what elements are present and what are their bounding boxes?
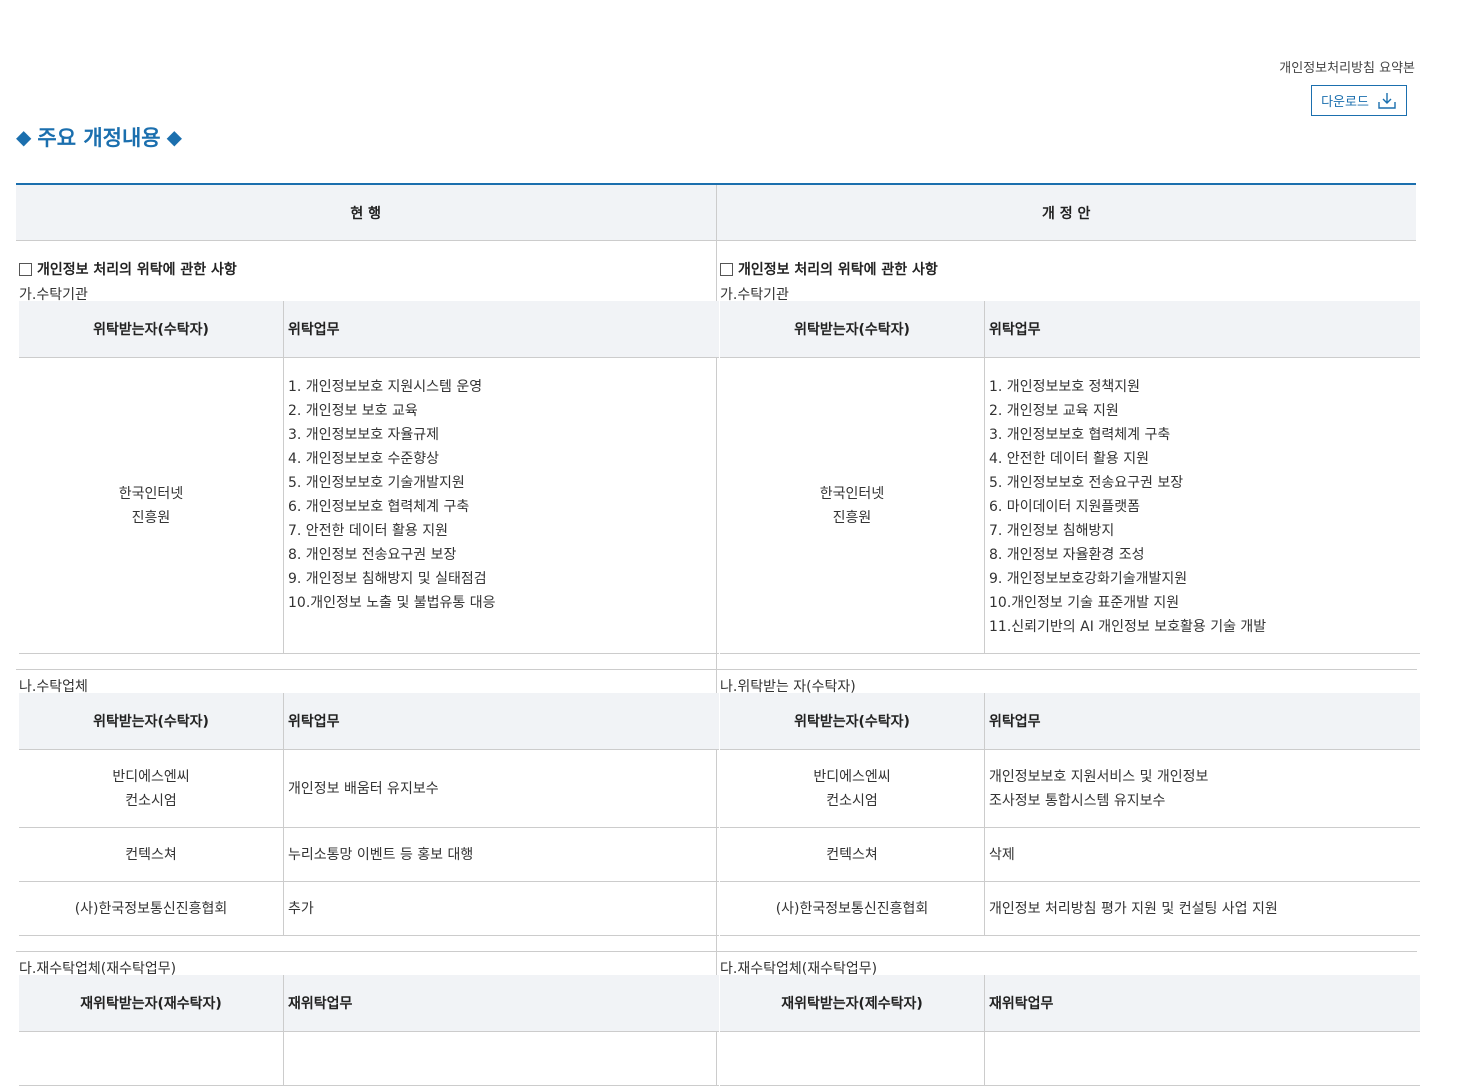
column-header-current: 현 행 [16,185,717,240]
task-list: 1. 개인정보보호 정책지원 2. 개인정보 교육 지원 3. 개인정보보호 협… [984,357,1420,654]
table-row: 컨텍스쳐 삭제 [720,827,1420,882]
consignee-org: 한국인터넷 진흥원 [19,357,284,654]
page-title: ◆ 주요 개정내용 ◆ [16,122,182,152]
table-row: 반디에스엔씨 컨소시엄 개인정보보호 지원서비스 및 개인정보 조사정보 통합시… [720,749,1420,828]
table-header-subtask: 재위탁업무 [283,975,719,1032]
table-header-consignee: 위탁받는자(수탁자) [720,693,985,750]
list-item: 1. 개인정보보호 지원시스템 운영 [288,379,483,395]
summary-label: 개인정보처리방침 요약본 [1279,61,1415,76]
current-column: 개인정보 처리의 위탁에 관한 사항 가.수탁기관 위탁받는자(수탁자) 위탁업… [16,241,719,1086]
diamond-icon: ◆ [166,125,183,149]
table-header-consignee: 위탁받는자(수탁자) [19,301,284,358]
consignee-org: 한국인터넷 진흥원 [720,357,985,654]
section-title: 개인정보 처리의 위탁에 관한 사항 [717,241,1417,278]
consignee-table-a: 위탁받는자(수탁자) 위탁업무 한국인터넷 진흥원 1. 개인정보보호 지원시스… [19,301,719,654]
table-header-task: 위탁업무 [283,693,719,750]
list-item: 4. 개인정보보호 수준향상 [288,451,440,467]
table-row: 반디에스엔씨 컨소시엄 개인정보 배움터 유지보수 [19,749,719,828]
list-item: 11.신뢰기반의 AI 개인정보 보호활용 기술 개발 [989,619,1267,635]
table-header-subconsignee: 재위탁받는자(제수탁자) [720,975,985,1032]
table-header-task: 위탁업무 [984,693,1420,750]
subconsignee-table: 재위탁받는자(재수탁자) 재위탁업무 [19,975,719,1086]
table-row: 한국인터넷 진흥원 1. 개인정보보호 정책지원 2. 개인정보 교육 지원 3… [720,357,1420,654]
subsection-label-b: 나.위탁받는 자(수탁자) [720,679,856,695]
checkbox-icon [720,262,733,276]
diamond-icon: ◆ [16,125,32,149]
table-row: (사)한국정보통신진흥협회 추가 [19,881,719,936]
table-header-task: 위탁업무 [283,301,719,358]
consignee-table-b: 위탁받는자(수탁자) 위탁업무 반디에스엔씨 컨소시엄 개인정보 배움터 유지보… [19,693,719,936]
table-header-subtask: 재위탁업무 [984,975,1420,1032]
list-item: 2. 개인정보 교육 지원 [989,403,1119,419]
subsection-label-c: 다.재수탁업체(재수탁업무) [720,961,878,977]
column-header-proposed: 개 정 안 [1042,205,1091,222]
list-item: 7. 개인정보 침해방지 [989,523,1115,539]
list-item: 8. 개인정보 자율환경 조성 [989,547,1145,563]
table-row: 컨텍스쳐 누리소통망 이벤트 등 홍보 대행 [19,827,719,882]
table-header-consignee: 위탁받는자(수탁자) [19,693,284,750]
list-item: 2. 개인정보 보호 교육 [288,403,418,419]
list-item: 1. 개인정보보호 정책지원 [989,379,1141,395]
download-label: 다운로드 [1321,95,1369,110]
divider [717,654,1417,670]
divider [16,936,716,952]
subsection-label-a: 가.수탁기관 [19,287,88,303]
divider [16,654,716,670]
table-row: 한국인터넷 진흥원 1. 개인정보보호 지원시스템 운영 2. 개인정보 보호 … [19,357,719,654]
table-header-subconsignee: 재위탁받는자(재수탁자) [19,975,284,1032]
subsection-label-a: 가.수탁기관 [720,287,789,303]
list-item: 10.개인정보 기술 표준개발 지원 [989,595,1180,611]
subsection-label-b: 나.수탁업체 [19,679,88,695]
list-item: 7. 안전한 데이터 활용 지원 [288,523,448,539]
comparison-table: 현 행 개 정 안 개인정보 처리의 위탁에 관한 사항 가.수탁기관 위탁받는… [16,183,1420,1086]
checkbox-icon [19,262,32,276]
list-item: 8. 개인정보 전송요구권 보장 [288,547,457,563]
table-header-task: 위탁업무 [984,301,1420,358]
table-row: (사)한국정보통신진흥협회 개인정보 처리방침 평가 지원 및 컨설팅 사업 지… [720,881,1420,936]
list-item: 3. 개인정보보호 협력체계 구축 [989,427,1171,443]
table-header-consignee: 위탁받는자(수탁자) [720,301,985,358]
list-item: 4. 안전한 데이터 활용 지원 [989,451,1149,467]
list-item: 10.개인정보 노출 및 불법유통 대응 [288,595,496,611]
column-header-row: 현 행 개 정 안 [16,185,1416,241]
task-list: 1. 개인정보보호 지원시스템 운영 2. 개인정보 보호 교육 3. 개인정보… [283,357,719,654]
download-icon [1378,92,1396,109]
list-item: 9. 개인정보 침해방지 및 실태점검 [288,571,487,587]
divider [717,936,1417,952]
list-item: 6. 개인정보보호 협력체계 구축 [288,499,470,515]
list-item: 5. 개인정보보호 기술개발지원 [288,475,465,491]
section-title: 개인정보 처리의 위탁에 관한 사항 [16,241,716,278]
subconsignee-table: 재위탁받는자(제수탁자) 재위탁업무 [720,975,1420,1086]
consignee-table-b: 위탁받는자(수탁자) 위탁업무 반디에스엔씨 컨소시엄 개인정보보호 지원서비스… [720,693,1420,936]
page-title-text: 주요 개정내용 [37,126,161,150]
list-item: 9. 개인정보보호강화기술개발지원 [989,571,1188,587]
subsection-label-c: 다.재수탁업체(재수탁업무) [19,961,177,977]
list-item: 6. 마이데이터 지원플랫폼 [989,499,1141,515]
proposed-column: 개인정보 처리의 위탁에 관한 사항 가.수탁기관 위탁받는자(수탁자) 위탁업… [717,241,1420,1086]
consignee-table-a: 위탁받는자(수탁자) 위탁업무 한국인터넷 진흥원 1. 개인정보보호 정책지원… [720,301,1420,654]
download-button[interactable]: 다운로드 [1311,85,1407,116]
list-item: 5. 개인정보보호 전송요구권 보장 [989,475,1184,491]
list-item: 3. 개인정보보호 자율규제 [288,427,440,443]
